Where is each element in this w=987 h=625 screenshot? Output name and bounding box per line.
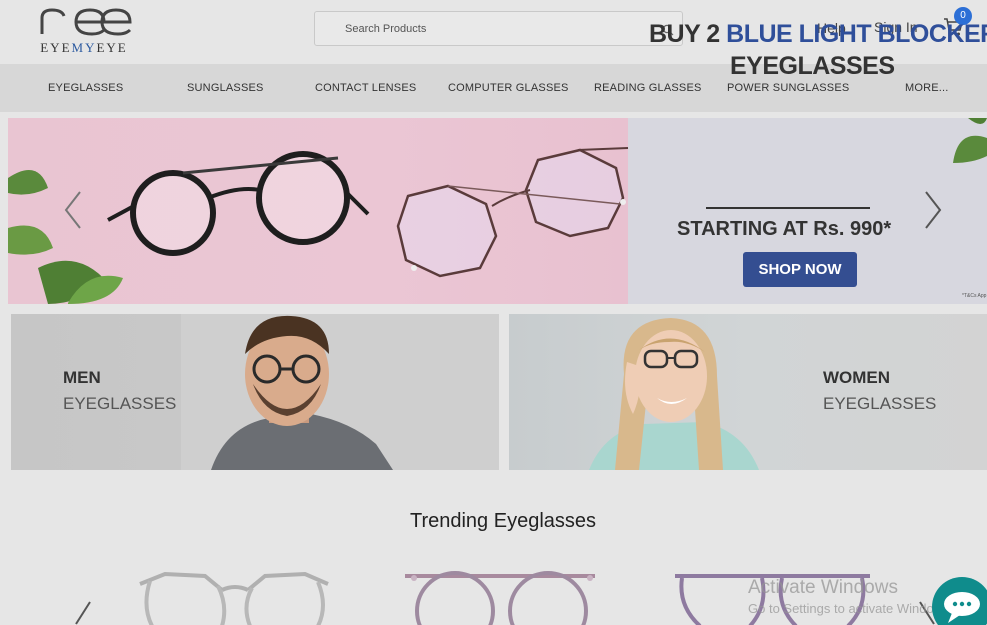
watermark-line-2: Go to Settings to activate Windows. xyxy=(748,601,954,616)
logo-mark xyxy=(40,8,132,36)
watermark-line-1: Activate Windows xyxy=(748,577,898,598)
nav-item-sunglasses[interactable]: SUNGLASSES xyxy=(187,82,264,94)
women-model-image xyxy=(589,318,759,470)
banner-divider xyxy=(706,207,870,209)
category-tile-men[interactable]: MEN EYEGLASSES xyxy=(11,314,499,470)
product-card-2[interactable] xyxy=(400,566,605,625)
chat-widget-button[interactable] xyxy=(932,577,987,625)
banner-tnc: *T&Cs App xyxy=(962,293,987,299)
nav-item-reading-glasses[interactable]: READING GLASSES xyxy=(594,82,702,94)
chevron-right-icon[interactable] xyxy=(922,190,944,230)
nav-item-power-sunglasses[interactable]: POWER SUNGLASSES xyxy=(727,82,849,94)
women-title: WOMEN xyxy=(823,368,891,387)
banner-subheadline: EYEGLASSES xyxy=(730,52,895,80)
product-card-1[interactable] xyxy=(130,566,335,625)
banner-headline: BUY 2 BLUE LIGHT BLOCKER xyxy=(649,20,987,48)
trending-section-title: Trending Eyeglasses xyxy=(409,510,597,532)
logo-wordmark: EYEMYEYE xyxy=(40,40,128,55)
nav-item-eyeglasses[interactable]: EYEGLASSES xyxy=(48,82,123,94)
search-box[interactable] xyxy=(314,11,683,46)
nav-item-computer-glasses[interactable]: COMPUTER GLASSES xyxy=(448,82,569,94)
nav-item-contact-lenses[interactable]: CONTACT LENSES xyxy=(315,82,416,94)
chevron-left-icon[interactable] xyxy=(70,600,92,625)
windows-activation-watermark: Activate Windows Go to Settings to activ… xyxy=(748,577,953,616)
chevron-left-icon[interactable] xyxy=(62,190,84,230)
banner-price: STARTING AT Rs. 990* xyxy=(677,218,892,240)
chat-icon xyxy=(944,592,980,623)
nav-item-more[interactable]: MORE... xyxy=(905,82,949,94)
women-subtitle: EYEGLASSES xyxy=(823,394,937,413)
search-input[interactable] xyxy=(315,12,655,45)
men-model-image xyxy=(181,314,499,470)
men-subtitle: EYEGLASSES xyxy=(63,394,177,413)
shop-now-button[interactable]: SHOP NOW xyxy=(743,252,857,287)
category-tile-women[interactable]: WOMEN EYEGLASSES xyxy=(509,314,987,470)
men-title: MEN xyxy=(63,368,101,387)
brand-logo[interactable]: EYEMYEYE xyxy=(34,4,134,56)
